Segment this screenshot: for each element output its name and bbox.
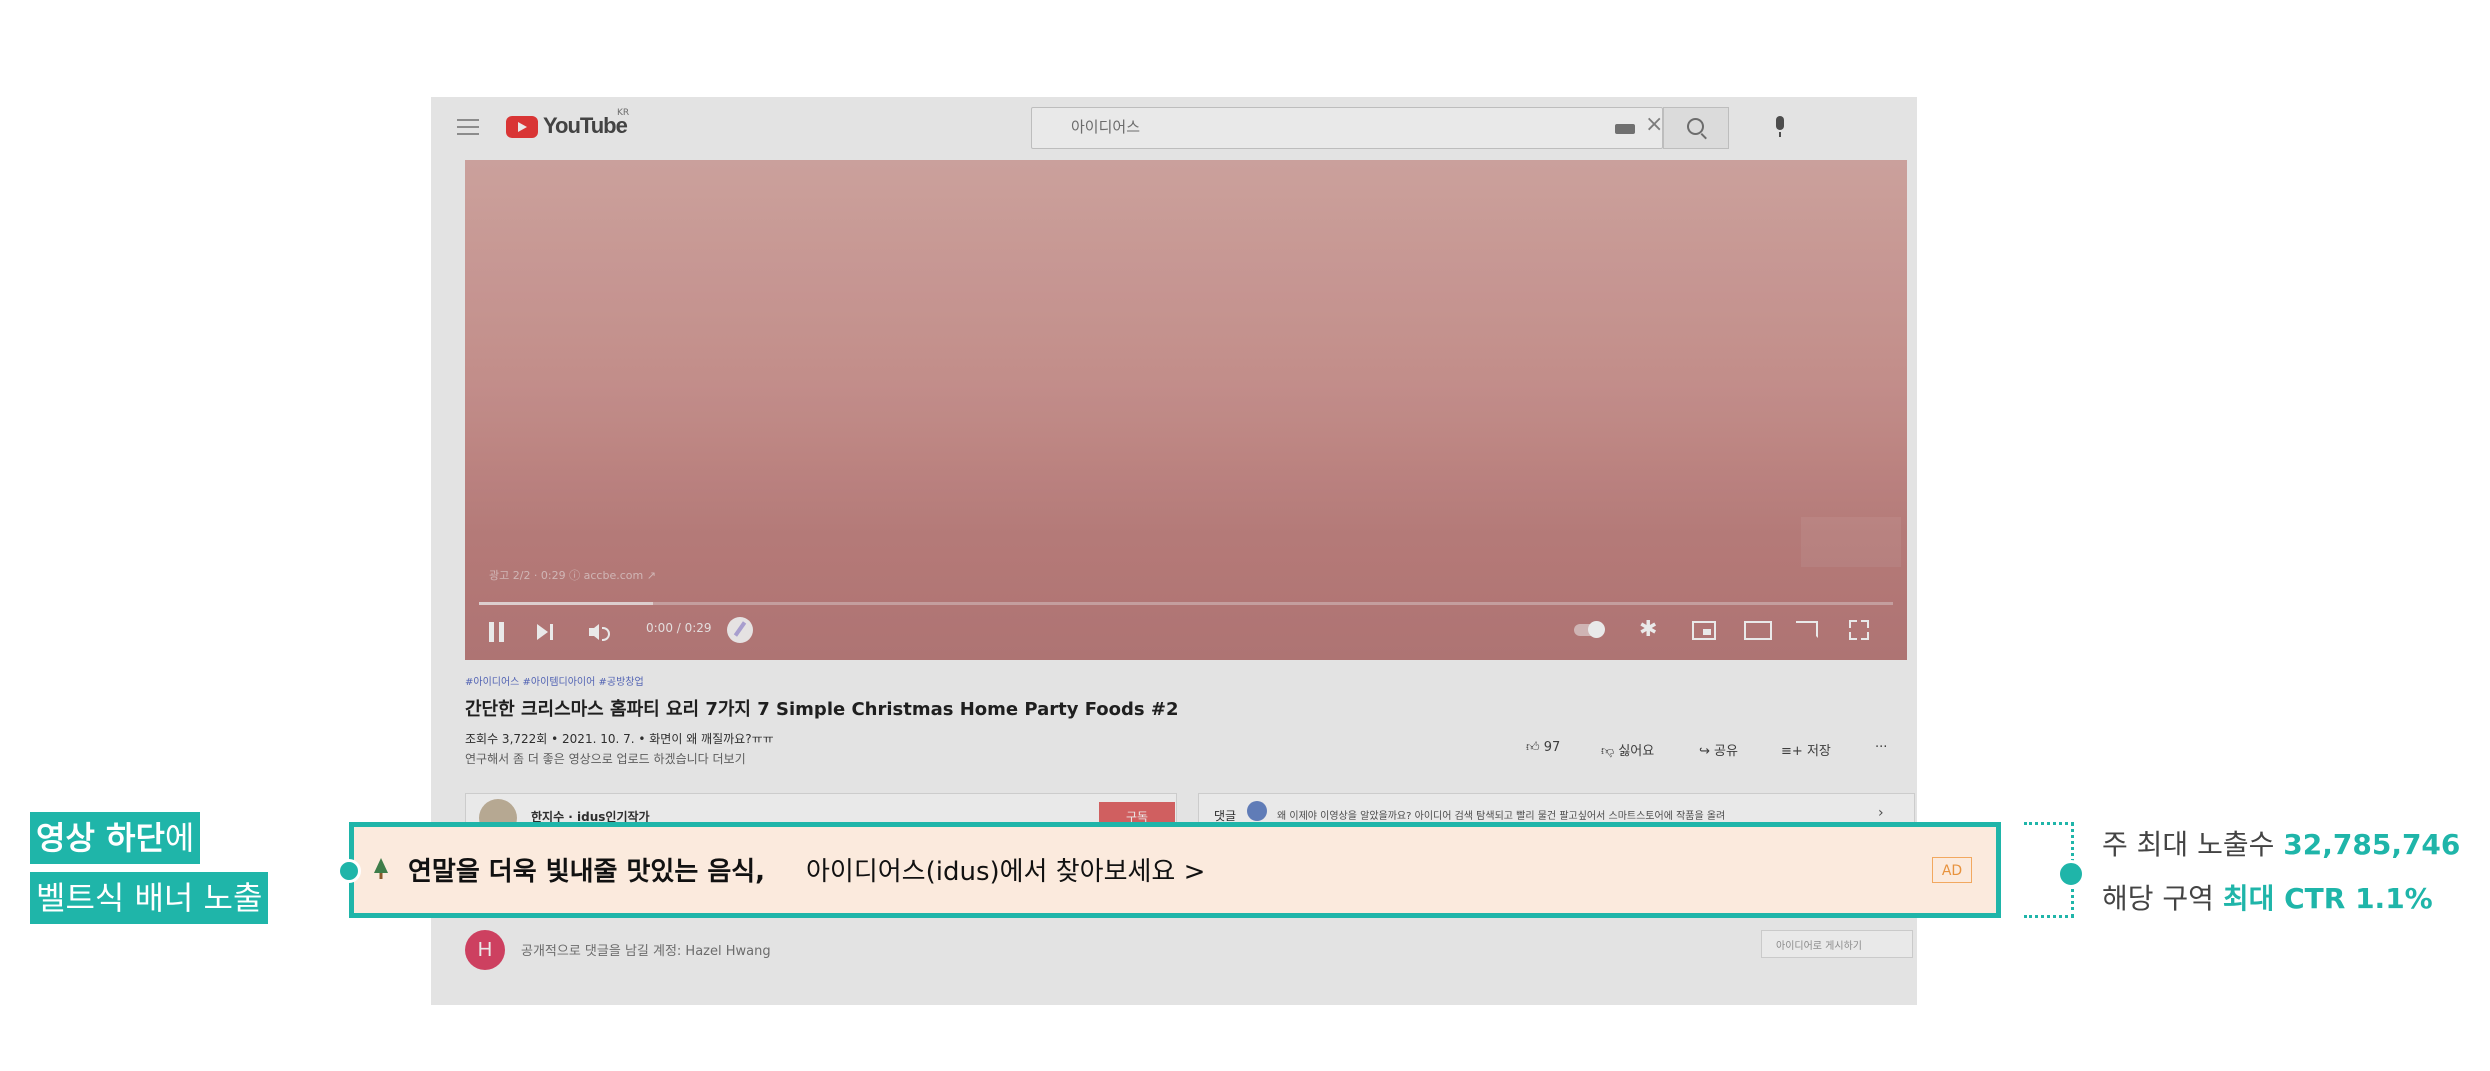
ad-badge: AD [1932,857,1972,883]
like-count: 97 [1543,740,1561,755]
microphone-icon[interactable] [1776,116,1784,137]
user-avatar: H [465,930,505,970]
stats-marker-dot [2057,860,2085,888]
banner-cta[interactable]: 아이디어스(idus)에서 찾아보세요 > [806,851,1205,888]
christmas-tree-icon [374,858,388,879]
settings-icon[interactable]: ✱ [1639,619,1657,641]
ad-info-icon[interactable] [727,617,753,643]
menu-icon[interactable] [457,119,479,135]
post-comment-label: 아이디어로 게시하기 [1776,941,1862,952]
placement-label-rest: 에 [164,819,195,857]
comment-preview: 왜 이제야 이영상을 알았을까요? 아이디어 검색 탐색되고 빨리 물건 팔고싶… [1277,811,1726,822]
search-input[interactable]: 아이디어스 [1071,116,1140,137]
save-label: 저장 [1806,744,1831,759]
banner-marker-dot [337,859,361,883]
region-label: KR [617,108,630,118]
search-icon [1687,118,1704,135]
volume-icon[interactable] [589,624,611,641]
time-display: 0:00 / 0:29 [646,621,712,635]
video-title: 간단한 크리스마스 홈파티 요리 7가지 7 Simple Christmas … [465,699,1179,720]
theater-mode-icon[interactable] [1744,621,1772,640]
youtube-play-icon[interactable] [506,116,538,138]
playlist-add-icon: ≡+ [1781,744,1803,759]
progress-bar[interactable] [479,602,1893,605]
chevron-right-icon[interactable]: › [1878,805,1884,821]
commenter-avatar [1247,801,1267,821]
banner-headline: 연말을 더욱 빛내줄 맛있는 음식, [408,857,766,887]
skip-ad-area[interactable] [1801,517,1901,567]
impressions-label: 주 최대 노출수 [2102,828,2284,861]
placement-label-line1: 영상 하단에 [30,812,201,864]
placement-label-bold: 영상 하단 [36,819,165,857]
ctr-value: 최대 CTR 1.1% [2222,882,2433,915]
progress-bar-played [479,602,653,605]
autoplay-toggle[interactable] [1574,621,1605,638]
pause-icon[interactable] [489,622,505,642]
save-button[interactable]: ≡+ 저장 [1781,740,1831,759]
share-icon: ↪ [1699,744,1710,759]
impressions-value: 32,785,746 [2283,828,2461,861]
miniplayer-icon[interactable] [1692,621,1716,640]
youtube-logo-text[interactable]: YouTube [543,113,628,139]
clear-search-icon[interactable]: × [1645,112,1663,137]
video-hashtags[interactable]: #아이디어스 #아이템디아이어 #공방창업 [465,673,644,688]
next-icon[interactable] [537,624,555,640]
ctr-label: 해당 구역 [2102,882,2223,915]
video-player[interactable] [465,160,1907,660]
share-button[interactable]: ↪ 공유 [1699,740,1738,759]
thumbs-down-icon: 👎︎ [1601,744,1615,759]
ctr-stat: 해당 구역 최대 CTR 1.1% [2102,877,2433,917]
cast-icon[interactable] [1796,621,1818,638]
more-actions-button[interactable]: ··· [1875,740,1887,755]
comment-input[interactable]: 공개적으로 댓글을 남길 계정: Hazel Hwang [521,940,771,959]
share-label: 공유 [1714,744,1738,759]
video-meta: 조회수 3,722회 • 2021. 10. 7. • 화면이 왜 깨질까요?ㅠ… [465,732,774,746]
fullscreen-icon[interactable] [1849,620,1869,640]
like-button[interactable]: 👍︎ 97 [1526,740,1560,755]
dislike-label: 싫어요 [1618,744,1655,759]
impressions-stat: 주 최대 노출수 32,785,746 [2102,823,2460,863]
placement-label-line2: 벨트식 배너 노출 [30,872,269,924]
thumbs-up-icon: 👍︎ [1526,740,1540,755]
keyboard-icon[interactable] [1615,124,1635,134]
dislike-button[interactable]: 👎︎ 싫어요 [1601,740,1654,759]
ad-overlay-text: 광고 2/2 · 0:29 ⓘ accbe.com ↗ [489,569,656,582]
video-description: 연구해서 좀 더 좋은 영상으로 업로드 하겠습니다 더보기 [465,752,746,766]
